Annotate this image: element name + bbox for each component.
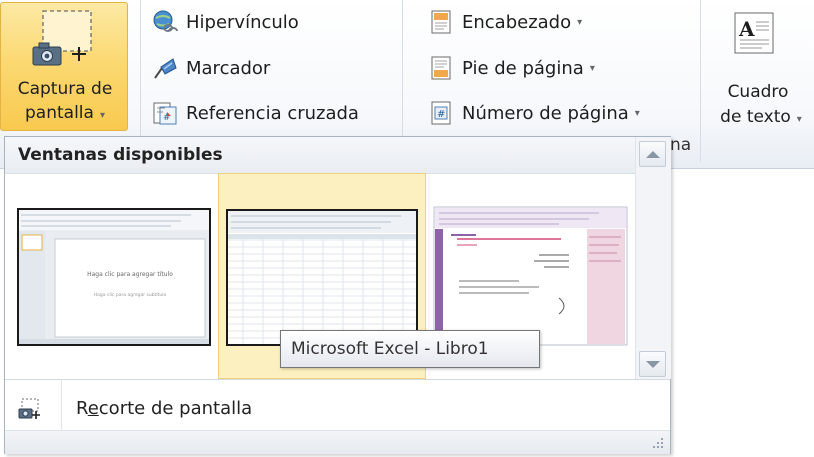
- footer-label: Pie de página: [462, 57, 584, 79]
- bookmark-flag-icon: [154, 58, 177, 79]
- screenshot-button-label-2: pantalla ▾: [25, 103, 105, 123]
- hyperlink-label: Hipervínculo: [186, 11, 299, 33]
- gallery-title: Ventanas disponibles: [18, 145, 223, 165]
- chevron-down-icon: ▾: [99, 110, 105, 121]
- footer-page-icon: [431, 56, 451, 80]
- text-box-label-2: de texto ▾: [720, 107, 802, 127]
- svg-text:A: A: [738, 17, 755, 41]
- chevron-down-icon: ▾: [796, 114, 802, 125]
- cross-reference-button[interactable]: # Referencia cruzada: [152, 97, 359, 129]
- gallery-header: Ventanas disponibles: [5, 137, 635, 174]
- hyperlink-globe-icon: [153, 10, 178, 32]
- text-box-label: Cuadro: [727, 82, 789, 102]
- svg-text:#: #: [437, 109, 445, 120]
- cross-reference-icon: #: [153, 102, 177, 125]
- header-button[interactable]: Encabezado ▾: [428, 6, 582, 38]
- page-number-icon: #: [431, 101, 451, 125]
- text-box-button[interactable]: A Cuadro de texto ▾: [708, 2, 814, 134]
- screenshot-camera-icon: [32, 10, 92, 66]
- chevron-down-icon: ▾: [634, 107, 640, 119]
- page-number-label: Número de página: [462, 102, 629, 124]
- screenshot-button-label: Captura de: [17, 79, 113, 99]
- hyperlink-button[interactable]: Hipervínculo: [152, 6, 299, 38]
- slide-title-text: Haga clic para agregar título: [87, 271, 173, 278]
- bookmark-label: Marcador: [186, 57, 271, 79]
- screenshot-button[interactable]: Captura de pantalla ▾: [0, 2, 128, 131]
- powerpoint-window-preview: Haga clic para agregar título Haga clic …: [17, 208, 211, 346]
- scroll-up-button[interactable]: [639, 141, 666, 167]
- gallery-scrollbar[interactable]: [635, 137, 671, 379]
- window-thumbnail-powerpoint[interactable]: Haga clic para agregar título Haga clic …: [11, 173, 217, 379]
- page-number-button[interactable]: # Número de página ▾: [428, 97, 640, 129]
- chevron-down-icon: ▾: [589, 62, 595, 74]
- chevron-up-icon: [646, 151, 660, 158]
- window-tooltip: Microsoft Excel - Libro1: [280, 330, 540, 368]
- cross-reference-label: Referencia cruzada: [186, 102, 359, 124]
- available-windows-gallery: Ventanas disponibles Haga clic para agre…: [4, 136, 671, 454]
- header-page-icon: [431, 10, 451, 34]
- resize-grip-icon[interactable]: [652, 437, 664, 449]
- header-label: Encabezado: [462, 11, 572, 33]
- chevron-down-icon: [646, 361, 660, 368]
- group-label-fragment: na: [670, 135, 692, 155]
- scroll-down-button[interactable]: [639, 351, 666, 377]
- resize-grip-bar[interactable]: [5, 430, 670, 454]
- text-box-icon: A: [734, 12, 774, 54]
- screen-clipping-icon: [18, 398, 40, 419]
- screen-clipping-menu-item[interactable]: Recorte de pantalla: [5, 392, 670, 426]
- gallery-divider: [5, 379, 670, 380]
- bookmark-button[interactable]: Marcador: [152, 52, 270, 84]
- screen-clipping-label: Recorte de pantalla: [76, 398, 253, 419]
- chevron-down-icon: ▾: [577, 16, 583, 28]
- slide-subtitle-text: Haga clic para agregar subtítulo: [94, 291, 167, 298]
- footer-button[interactable]: Pie de página ▾: [428, 52, 595, 84]
